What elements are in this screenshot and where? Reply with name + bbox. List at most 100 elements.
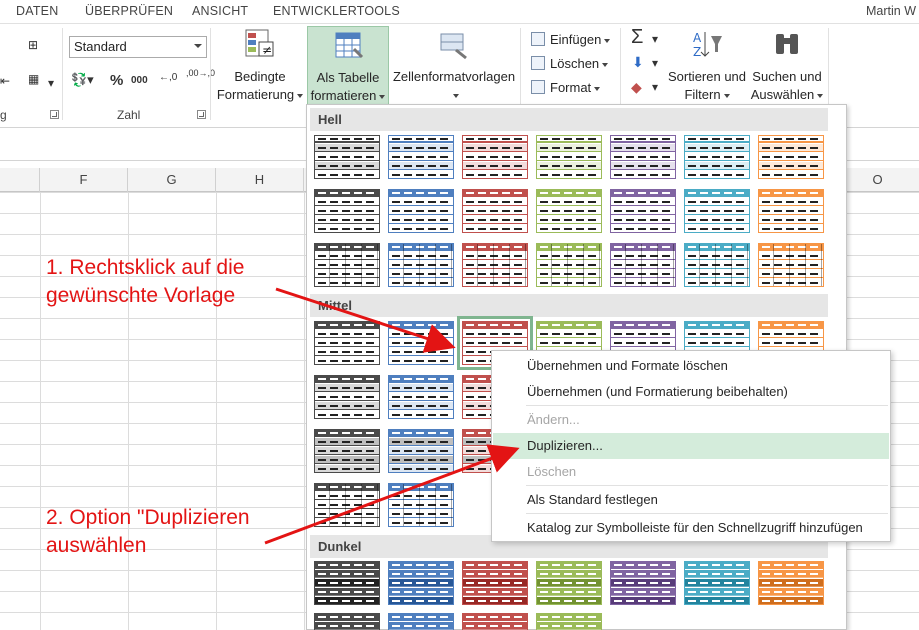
sort-filter-button[interactable]: A Z Sortieren und Filtern	[662, 28, 752, 106]
menu-separator	[526, 405, 888, 406]
group-separator	[62, 28, 63, 120]
menu-item-apply-clear[interactable]: Übernehmen und Formate löschen	[493, 353, 889, 379]
conditional-formatting-label-2: Formatierung	[214, 86, 306, 104]
format-as-table-label-1: Als Tabelle	[316, 70, 380, 85]
menu-item-add-to-qat[interactable]: Katalog zur Symbolleiste für den Schnell…	[493, 515, 889, 541]
grid-column-line	[304, 192, 305, 630]
context-menu: Übernehmen und Formate löschen Übernehme…	[491, 350, 891, 542]
fill-icon[interactable]: ⬇	[632, 54, 644, 71]
number-format-select[interactable]: Standard	[69, 36, 207, 58]
table-style-swatch[interactable]	[314, 189, 380, 233]
column-header-g[interactable]: G	[128, 168, 216, 192]
table-style-swatch[interactable]	[388, 321, 454, 365]
table-style-swatch[interactable]	[314, 321, 380, 365]
cell-styles-button[interactable]: Zellenformatvorlagen	[389, 28, 519, 106]
format-as-table-button[interactable]: Als Tabelle formatieren	[307, 26, 389, 106]
conditional-formatting-label-1: Bedingte	[234, 69, 286, 84]
cell-styles-label: Zellenformatvorlagen	[392, 69, 516, 84]
table-style-swatch[interactable]	[388, 189, 454, 233]
delete-button[interactable]: Löschen	[531, 56, 609, 71]
clipboard-format-icon[interactable]: ⊞	[28, 38, 38, 52]
thousands-button[interactable]: 000	[131, 75, 148, 86]
number-launcher-icon[interactable]	[197, 110, 206, 119]
currency-icon[interactable]: 💱▾	[71, 72, 94, 88]
merge-dropdown-icon[interactable]: ▾	[48, 76, 54, 90]
table-style-swatch[interactable]	[314, 613, 380, 630]
percent-button[interactable]: %	[110, 72, 123, 89]
table-style-swatch[interactable]	[388, 375, 454, 419]
conditional-formatting-button[interactable]: ≠ Bedingte Formatierung	[214, 28, 306, 106]
tab-ueberpruefen[interactable]: ÜBERPRÜFEN	[85, 4, 173, 18]
find-select-label-2: Auswählen	[750, 86, 824, 104]
sort-filter-icon: A Z	[691, 28, 723, 60]
clear-eraser-icon[interactable]: ◆	[631, 79, 642, 96]
binoculars-icon	[771, 28, 803, 60]
table-style-swatch[interactable]	[758, 561, 824, 605]
table-style-swatch[interactable]	[758, 243, 824, 287]
column-header-f[interactable]: F	[40, 168, 128, 192]
table-style-swatch[interactable]	[314, 375, 380, 419]
menu-item-apply-keep[interactable]: Übernehmen (und Formatierung beibehalten…	[493, 379, 889, 405]
table-style-swatch[interactable]	[758, 135, 824, 179]
table-style-swatch[interactable]	[684, 243, 750, 287]
menu-item-set-default[interactable]: Als Standard festlegen	[493, 487, 889, 513]
table-style-swatch[interactable]	[684, 135, 750, 179]
tab-daten[interactable]: DATEN	[16, 4, 58, 18]
table-style-swatch[interactable]	[462, 561, 528, 605]
table-style-swatch[interactable]	[462, 189, 528, 233]
table-style-swatch[interactable]	[388, 429, 454, 473]
fill-dropdown-icon[interactable]: ▾	[652, 56, 658, 70]
find-select-button[interactable]: Suchen und Auswählen	[750, 28, 824, 106]
table-style-swatch[interactable]	[388, 135, 454, 179]
table-style-swatch[interactable]	[536, 613, 602, 630]
table-style-swatch[interactable]	[684, 189, 750, 233]
merge-icon[interactable]: ▦	[28, 72, 39, 86]
table-style-swatch[interactable]	[388, 243, 454, 287]
table-style-swatch[interactable]	[610, 135, 676, 179]
annotation-step2: 2. Option "Duplizieren auswählen	[46, 506, 250, 557]
decrease-decimal-button[interactable]: ,00→,0	[186, 68, 215, 78]
table-style-swatch[interactable]	[462, 613, 528, 630]
column-header-o[interactable]: O	[836, 168, 919, 192]
table-style-swatch[interactable]	[388, 561, 454, 605]
table-style-swatch[interactable]	[314, 483, 380, 527]
menu-item-modify[interactable]: Ändern...	[493, 407, 889, 433]
table-style-swatch[interactable]	[388, 613, 454, 630]
table-style-swatch[interactable]	[314, 561, 380, 605]
table-style-swatch[interactable]	[536, 243, 602, 287]
table-style-swatch[interactable]	[314, 135, 380, 179]
group-label-clipped: g	[0, 108, 7, 122]
clear-dropdown-icon[interactable]: ▾	[652, 80, 658, 94]
tab-entwicklertools[interactable]: ENTWICKLERTOOLS	[273, 4, 400, 18]
autosum-icon[interactable]: Σ	[631, 26, 643, 49]
table-style-swatch[interactable]	[610, 561, 676, 605]
tab-ansicht[interactable]: ANSICHT	[192, 4, 248, 18]
format-button[interactable]: Format	[531, 80, 601, 95]
sort-filter-label-2: Filtern	[662, 86, 752, 104]
table-style-swatch[interactable]	[536, 189, 602, 233]
table-style-swatch[interactable]	[684, 561, 750, 605]
menu-item-duplicate[interactable]: Duplizieren...	[493, 433, 889, 459]
align-icon[interactable]: ⇤	[0, 74, 10, 88]
column-header-e[interactable]	[0, 168, 40, 192]
chevron-down-icon	[194, 44, 202, 48]
table-style-swatch[interactable]	[462, 243, 528, 287]
cell-styles-icon	[438, 28, 470, 60]
alignment-launcher-icon[interactable]	[50, 110, 59, 119]
table-style-swatch[interactable]	[388, 483, 454, 527]
table-style-swatch[interactable]	[314, 243, 380, 287]
user-name[interactable]: Martin W	[866, 4, 916, 18]
column-header-h[interactable]: H	[216, 168, 304, 192]
table-style-swatch[interactable]	[536, 561, 602, 605]
autosum-dropdown-icon[interactable]: ▾	[652, 32, 658, 46]
table-style-swatch[interactable]	[536, 135, 602, 179]
table-style-swatch[interactable]	[462, 135, 528, 179]
increase-decimal-button[interactable]: ←,0	[159, 72, 177, 83]
sort-filter-label-1: Sortieren und	[667, 69, 747, 84]
menu-item-delete[interactable]: Löschen	[493, 459, 889, 485]
table-style-swatch[interactable]	[610, 189, 676, 233]
table-style-swatch[interactable]	[610, 243, 676, 287]
table-style-swatch[interactable]	[758, 189, 824, 233]
insert-button[interactable]: Einfügen	[531, 32, 611, 47]
table-style-swatch[interactable]	[314, 429, 380, 473]
